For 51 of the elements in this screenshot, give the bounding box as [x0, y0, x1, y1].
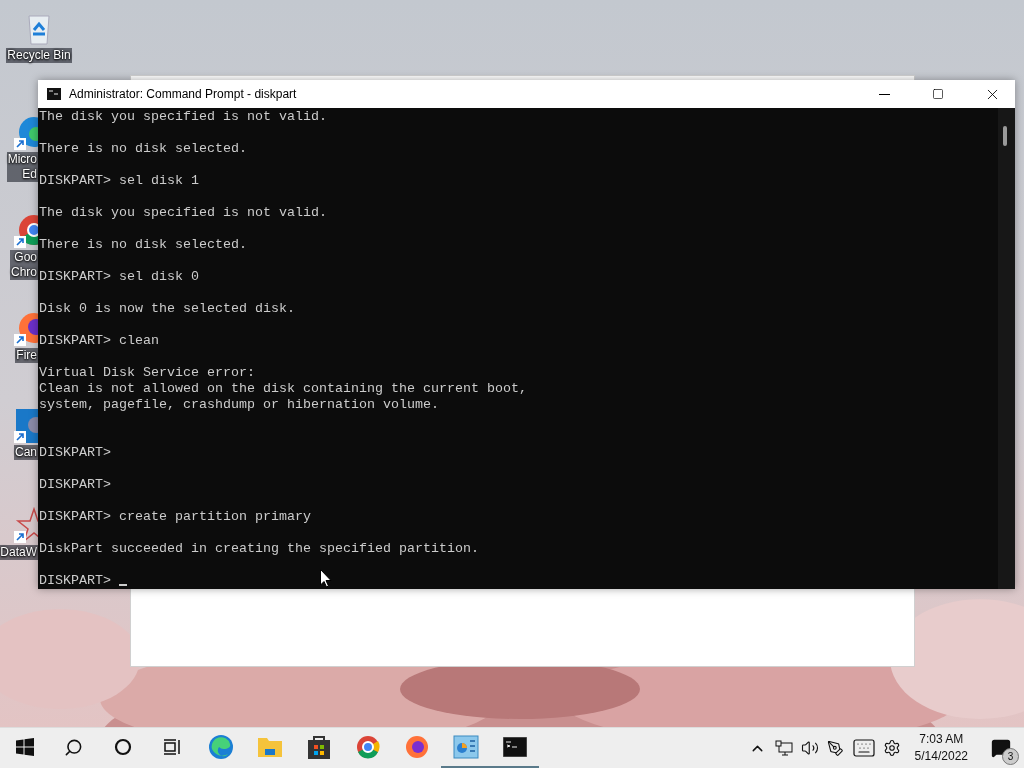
console-line: Virtual Disk Service error:	[39, 365, 255, 380]
console-line: The disk you specified is not valid.	[39, 109, 327, 124]
fox-globe-icon	[404, 735, 429, 759]
terminal-icon	[502, 737, 527, 757]
keyboard-icon	[851, 736, 876, 760]
windows-logo-icon	[15, 738, 34, 756]
clock-date: 5/14/2022	[914, 748, 968, 765]
notification-count: 3	[1002, 748, 1019, 765]
desktop-icon-label: Goo Chro	[10, 250, 38, 280]
control-panel-icon	[452, 735, 479, 759]
browser-swirl-icon	[207, 734, 234, 760]
minimize-icon	[878, 93, 890, 95]
browser-wheel-icon	[355, 735, 380, 759]
desktop-icon-label: Recycle Bin	[6, 48, 72, 63]
settings-icon	[882, 739, 901, 757]
volume-icon	[800, 739, 819, 757]
search-icon	[64, 737, 83, 757]
console-line: DISKPART>	[39, 477, 111, 492]
console-line: There is no disk selected.	[39, 237, 247, 252]
console-line: DISKPART> clean	[39, 333, 159, 348]
notification-button[interactable]: 3	[978, 728, 1024, 768]
shopping-bag-icon	[306, 734, 331, 760]
console-line: system, pagefile, crashdump or hibernation volume.	[39, 397, 439, 412]
text-cursor	[119, 584, 127, 586]
circle-icon	[113, 738, 132, 756]
console-line: DISKPART> create partition primary	[39, 509, 311, 524]
console-line: Clean is not allowed on the disk containing the current boot,	[39, 381, 527, 396]
console-line: DiskPart succeeded in creating the specified partition.	[39, 541, 479, 556]
console-prompt: DISKPART>	[39, 573, 111, 588]
scrollbar[interactable]	[998, 108, 1015, 589]
clock[interactable]: 7:03 AM 5/14/2022	[904, 728, 978, 768]
pen-icon	[827, 739, 845, 757]
scrollbar-thumb[interactable]	[1003, 126, 1007, 146]
console-line: The disk you specified is not valid.	[39, 205, 327, 220]
desktop-icon-label: Can	[14, 445, 38, 460]
star-desktop-icon[interactable]	[12, 505, 38, 545]
clock-time: 7:03 AM	[919, 731, 964, 748]
console-line: Disk 0 is now the selected disk.	[39, 301, 295, 316]
console-line: DISKPART> sel disk 1	[39, 173, 199, 188]
folder-icon	[256, 735, 283, 759]
console-line: DISKPART>	[39, 445, 111, 460]
desktop-icon-label: DataW	[0, 545, 38, 560]
terminal-icon	[47, 88, 61, 100]
desktop-icon-label: Fire	[15, 348, 38, 363]
task-view-icon	[162, 738, 181, 756]
window-title: Administrator: Command Prompt - diskpart	[69, 87, 298, 101]
network-monitor-icon	[774, 740, 793, 756]
console-line: There is no disk selected.	[39, 141, 247, 156]
maximize-icon	[932, 88, 944, 100]
desktop-icon-label: Micro Ed	[6, 152, 38, 182]
console-line: DISKPART> sel disk 0	[39, 269, 199, 284]
